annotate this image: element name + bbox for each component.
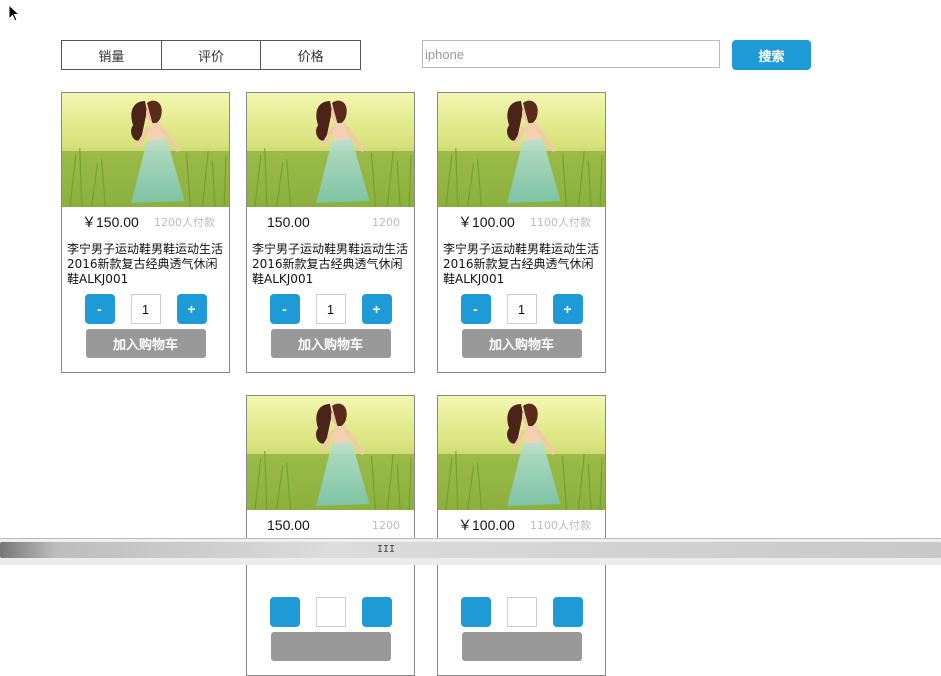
decrease-quantity-button[interactable] <box>269 597 300 627</box>
product-title[interactable]: 李宁男子运动鞋男鞋运动生活2016新款复古经典透气休闲鞋ALKJ001 <box>247 242 414 288</box>
add-to-cart-button[interactable] <box>461 632 582 661</box>
quantity-input[interactable] <box>506 597 537 627</box>
scrollbar-grip-icon: III <box>377 544 396 555</box>
decrease-quantity-button[interactable]: - <box>460 294 491 324</box>
product-price: ￥100.00 <box>458 214 515 230</box>
product-image[interactable] <box>438 396 605 510</box>
sort-by-rating-tab[interactable]: 评价 <box>162 41 262 69</box>
product-card: 150.00 1200 <box>246 395 415 676</box>
quantity-stepper <box>438 597 605 627</box>
increase-quantity-button[interactable] <box>361 597 392 627</box>
product-card: ￥150.00 1200人付款 李宁男子运动鞋男鞋运动生活2016新款复古经典透… <box>61 92 230 373</box>
sort-by-price-tab[interactable]: 价格 <box>261 41 360 69</box>
quantity-stepper: - + <box>247 294 414 324</box>
add-to-cart-button[interactable]: 加入购物车 <box>270 329 391 358</box>
product-price: 150.00 <box>267 517 310 533</box>
increase-quantity-button[interactable]: + <box>552 294 583 324</box>
price-row: ￥150.00 1200人付款 <box>62 211 229 233</box>
quantity-stepper: - + <box>438 294 605 324</box>
quantity-stepper <box>247 597 414 627</box>
product-sales-count: 1100人付款 <box>530 519 591 532</box>
scrollbar-thumb[interactable]: III <box>0 542 941 558</box>
add-to-cart-button[interactable]: 加入购物车 <box>461 329 582 358</box>
product-sales-count: 1200 <box>372 215 400 229</box>
quantity-stepper: - + <box>62 294 229 324</box>
product-sales-count: 1200人付款 <box>154 216 215 229</box>
product-image[interactable] <box>62 93 229 207</box>
quantity-input[interactable] <box>506 294 537 324</box>
mouse-cursor-icon <box>8 4 21 22</box>
product-image[interactable] <box>247 93 414 207</box>
decrease-quantity-button[interactable]: - <box>269 294 300 324</box>
price-row: 150.00 1200 <box>247 514 414 536</box>
product-title[interactable]: 李宁男子运动鞋男鞋运动生活2016新款复古经典透气休闲鞋ALKJ001 <box>438 242 605 288</box>
add-to-cart-button[interactable]: 加入购物车 <box>85 329 206 358</box>
product-price: ￥100.00 <box>458 517 515 533</box>
product-image[interactable] <box>247 396 414 510</box>
price-row: ￥100.00 1100人付款 <box>438 211 605 233</box>
price-row: 150.00 1200 <box>247 211 414 233</box>
quantity-input[interactable] <box>315 597 346 627</box>
price-row: ￥100.00 1100人付款 <box>438 514 605 536</box>
product-sales-count: 1200 <box>372 518 400 532</box>
add-to-cart-button[interactable] <box>270 632 391 661</box>
search-button[interactable]: 搜索 <box>732 40 811 70</box>
sort-bar: 销量 评价 价格 <box>61 40 361 70</box>
increase-quantity-button[interactable]: + <box>176 294 207 324</box>
sort-by-sales-tab[interactable]: 销量 <box>62 41 162 69</box>
quantity-input[interactable] <box>315 294 346 324</box>
quantity-input[interactable] <box>130 294 161 324</box>
product-image[interactable] <box>438 93 605 207</box>
increase-quantity-button[interactable] <box>552 597 583 627</box>
product-card: 150.00 1200 李宁男子运动鞋男鞋运动生活2016新款复古经典透气休闲鞋… <box>246 92 415 373</box>
product-card: ￥100.00 1100人付款 李宁男子运动鞋男鞋运动生活2016新款复古经典透… <box>437 92 606 373</box>
search-input[interactable] <box>422 40 720 68</box>
product-price: 150.00 <box>267 214 310 230</box>
horizontal-scrollbar[interactable]: III <box>0 538 941 565</box>
decrease-quantity-button[interactable]: - <box>84 294 115 324</box>
product-price: ￥150.00 <box>82 214 139 230</box>
decrease-quantity-button[interactable] <box>460 597 491 627</box>
product-title[interactable]: 李宁男子运动鞋男鞋运动生活2016新款复古经典透气休闲鞋ALKJ001 <box>62 242 229 288</box>
product-sales-count: 1100人付款 <box>530 216 591 229</box>
product-card: ￥100.00 1100人付款 <box>437 395 606 676</box>
increase-quantity-button[interactable]: + <box>361 294 392 324</box>
